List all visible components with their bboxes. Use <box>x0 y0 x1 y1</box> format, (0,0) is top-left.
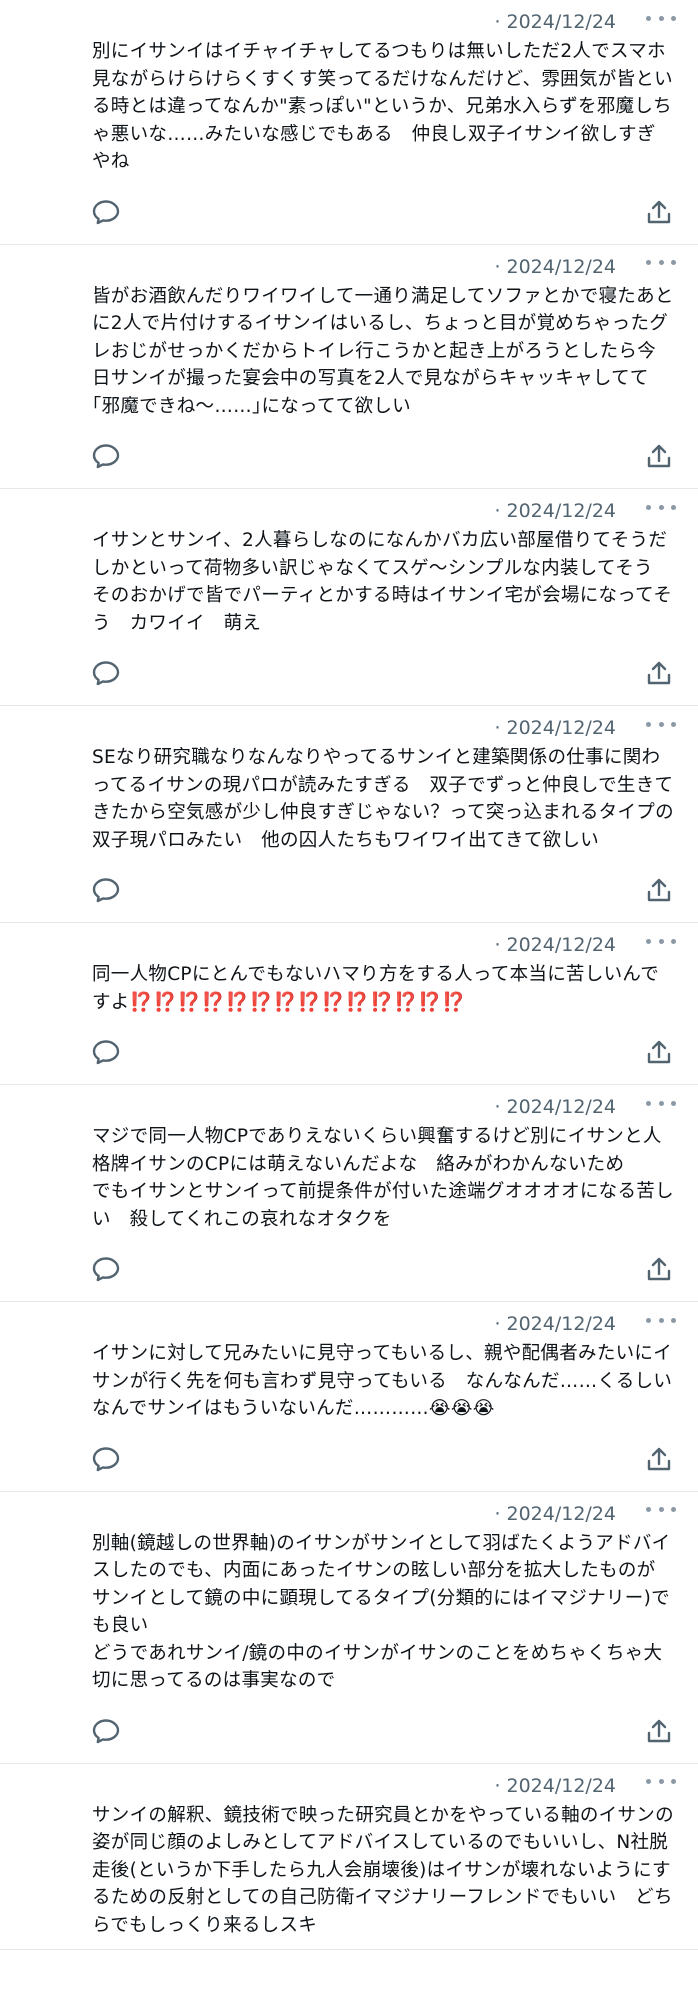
separator-dot: · <box>494 500 501 522</box>
more-dots-icon[interactable] <box>646 1502 676 1518</box>
reply-speech-bubble-icon[interactable] <box>92 443 120 469</box>
separator-dot: · <box>494 255 501 278</box>
tweet-text: サンイの解釈、鏡技術で映った研究員とかをやっている軸のイサンの姿が同じ顔のよしみ… <box>92 1804 674 1936</box>
share-upload-icon[interactable] <box>646 1718 672 1744</box>
tweet: · 2024/12/24 同一人物CPにとんでもないハマり方をする人って本当に苦… <box>0 923 698 1085</box>
reply-speech-bubble-icon[interactable] <box>92 1039 120 1065</box>
tweet-date: 2024/12/24 <box>506 1313 616 1335</box>
share-upload-icon[interactable] <box>646 1446 672 1472</box>
reply-speech-bubble-icon[interactable] <box>92 1718 120 1744</box>
tweet: · 2024/12/24 別にイサンイはイチャイチャしてるつもりは無いしただ2人… <box>0 0 698 245</box>
tweet-feed: · 2024/12/24 別にイサンイはイチャイチャしてるつもりは無いしただ2人… <box>0 0 698 1950</box>
crying-emoji: 😭😭😭 <box>428 1398 495 1419</box>
tweet-date: 2024/12/24 <box>506 11 616 33</box>
share-upload-icon[interactable] <box>646 1039 672 1065</box>
separator-dot: · <box>494 1502 501 1525</box>
reply-speech-bubble-icon[interactable] <box>92 660 120 686</box>
separator-dot: · <box>494 11 501 33</box>
tweet-meta: · 2024/12/24 <box>92 931 674 959</box>
tweet-actions <box>92 1030 674 1074</box>
tweet-date: 2024/12/24 <box>506 934 616 956</box>
interrobang-emoji: ⁉️⁉️⁉️⁉️⁉️⁉️⁉️⁉️⁉️⁉️⁉️⁉️⁉️⁉️ <box>129 991 467 1013</box>
tweet: · 2024/12/24 マジで同一人物CPでありえないくらい興奮するけど別にイ… <box>0 1085 698 1302</box>
more-dots-icon[interactable] <box>646 1095 676 1111</box>
tweet: · 2024/12/24 イサンとサンイ、2人暮らしなのになんかバカ広い部屋借り… <box>0 489 698 706</box>
tweet-meta: · 2024/12/24 <box>92 1772 674 1800</box>
reply-speech-bubble-icon[interactable] <box>92 1256 120 1282</box>
share-upload-icon[interactable] <box>646 443 672 469</box>
separator-dot: · <box>494 1096 501 1118</box>
more-dots-icon[interactable] <box>646 933 676 949</box>
tweet-text: イサンとサンイ、2人暮らしなのになんかバカ広い部屋借りてそうだしかといって荷物多… <box>92 530 673 634</box>
tweet-actions <box>92 1437 674 1481</box>
tweet-date: 2024/12/24 <box>506 255 616 278</box>
tweet-text: マジで同一人物CPでありえないくらい興奮するけど別にイサンと人格牌イサンのCPに… <box>92 1126 674 1230</box>
tweet-meta: · 2024/12/24 <box>92 1093 674 1121</box>
tweet-text-body: イサンに対して兄みたいに見守ってもいるし、親や配偶者みたいにイサンが行く先を何も… <box>92 1343 692 1419</box>
tweet-date: 2024/12/24 <box>506 500 616 522</box>
tweet-text: 同一人物CPにとんでもないハマり方をする人って本当に苦しいんですよ⁉️⁉️⁉️⁉… <box>92 961 674 1016</box>
more-dots-icon[interactable] <box>646 499 676 515</box>
tweet: · 2024/12/24 サンイの解釈、鏡技術で映った研究員とかをやっている軸の… <box>0 1764 698 1950</box>
share-upload-icon[interactable] <box>646 660 672 686</box>
tweet-date: 2024/12/24 <box>506 1774 616 1797</box>
tweet-actions <box>92 868 674 912</box>
more-dots-icon[interactable] <box>646 1774 676 1790</box>
tweet-meta: · 2024/12/24 <box>92 714 674 742</box>
separator-dot: · <box>494 934 501 956</box>
reply-speech-bubble-icon[interactable] <box>92 1446 120 1472</box>
tweet-text: SEなり研究職なりなんなりやってるサンイと建築関係の仕事に関わってるイサンの現パ… <box>92 747 674 851</box>
share-upload-icon[interactable] <box>646 199 672 225</box>
more-dots-icon[interactable] <box>646 1312 676 1328</box>
tweet-text: 別にイサンイはイチャイチャしてるつもりは無いしただ2人でスマホ見ながらけらけらく… <box>92 41 673 172</box>
tweet-actions <box>92 190 674 234</box>
reply-speech-bubble-icon[interactable] <box>92 877 120 903</box>
tweet-meta: · 2024/12/24 <box>92 8 674 36</box>
reply-speech-bubble-icon[interactable] <box>92 199 120 225</box>
tweet-date: 2024/12/24 <box>506 1096 616 1118</box>
separator-dot: · <box>494 717 501 739</box>
tweet-meta: · 2024/12/24 <box>92 497 674 525</box>
tweet-text: 別軸(鏡越しの世界軸)のイサンがサンイとして羽ばたくようアドバイスしたのでも、内… <box>92 1532 671 1692</box>
tweet-meta: · 2024/12/24 <box>92 1500 674 1528</box>
tweet-text: イサンに対して兄みたいに見守ってもいるし、親や配偶者みたいにイサンが行く先を何も… <box>92 1340 674 1423</box>
tweet: · 2024/12/24 SEなり研究職なりなんなりやってるサンイと建築関係の仕… <box>0 706 698 923</box>
tweet-actions <box>92 651 674 695</box>
tweet: · 2024/12/24 皆がお酒飲んだりワイワイして一通り満足してソファとかで… <box>0 245 698 489</box>
tweet-date: 2024/12/24 <box>506 717 616 739</box>
share-upload-icon[interactable] <box>646 877 672 903</box>
tweet: · 2024/12/24 イサンに対して兄みたいに見守ってもいるし、親や配偶者み… <box>0 1302 698 1492</box>
more-dots-icon[interactable] <box>646 716 676 732</box>
more-dots-icon[interactable] <box>646 10 676 26</box>
tweet-text: 皆がお酒飲んだりワイワイして一通り満足してソファとかで寝たあとに2人で片付けする… <box>92 285 674 417</box>
tweet-date: 2024/12/24 <box>506 1502 616 1525</box>
more-dots-icon[interactable] <box>646 255 676 271</box>
share-upload-icon[interactable] <box>646 1256 672 1282</box>
separator-dot: · <box>494 1774 501 1797</box>
tweet-meta: · 2024/12/24 <box>92 253 674 281</box>
tweet-actions <box>92 434 674 478</box>
separator-dot: · <box>494 1313 501 1335</box>
tweet-actions <box>92 1247 674 1291</box>
tweet-meta: · 2024/12/24 <box>92 1310 674 1338</box>
tweet-actions <box>92 1709 674 1753</box>
tweet: · 2024/12/24 別軸(鏡越しの世界軸)のイサンがサンイとして羽ばたくよ… <box>0 1492 698 1764</box>
